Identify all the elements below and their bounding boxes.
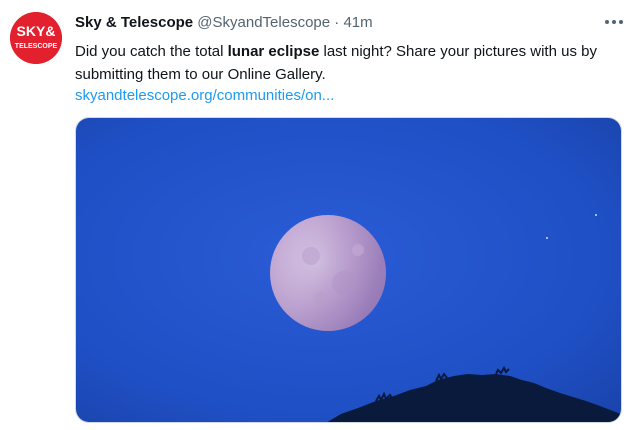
more-options-button[interactable] [602,12,626,32]
display-name[interactable]: Sky & Telescope [75,14,193,31]
logo-line2: TELESCOPE [15,43,58,50]
tweet[interactable]: SKY& TELESCOPE Sky & Telescope @SkyandTe… [0,0,640,430]
user-handle[interactable]: @SkyandTelescope [197,14,330,31]
lunar-eclipse-photo [76,118,621,422]
tweet-text-bold: lunar eclipse [227,43,320,60]
logo-line1: SKY& [17,23,56,39]
tweet-text-part1: Did you catch the total [75,43,228,60]
sky-telescope-logo: SKY& TELESCOPE [10,12,62,64]
tweet-header: Sky & Telescope @SkyandTelescope · 41m [75,13,373,33]
timestamp[interactable]: 41m [343,14,372,31]
gallery-link[interactable]: skyandtelescope.org/communities/on... [75,86,334,106]
separator-dot: · [334,14,340,31]
tweet-photo[interactable] [75,117,622,423]
ellipsis-horizontal-icon [605,20,623,24]
tweet-text: Did you catch the total lunar eclipse la… [75,40,625,86]
avatar[interactable]: SKY& TELESCOPE [10,12,62,64]
